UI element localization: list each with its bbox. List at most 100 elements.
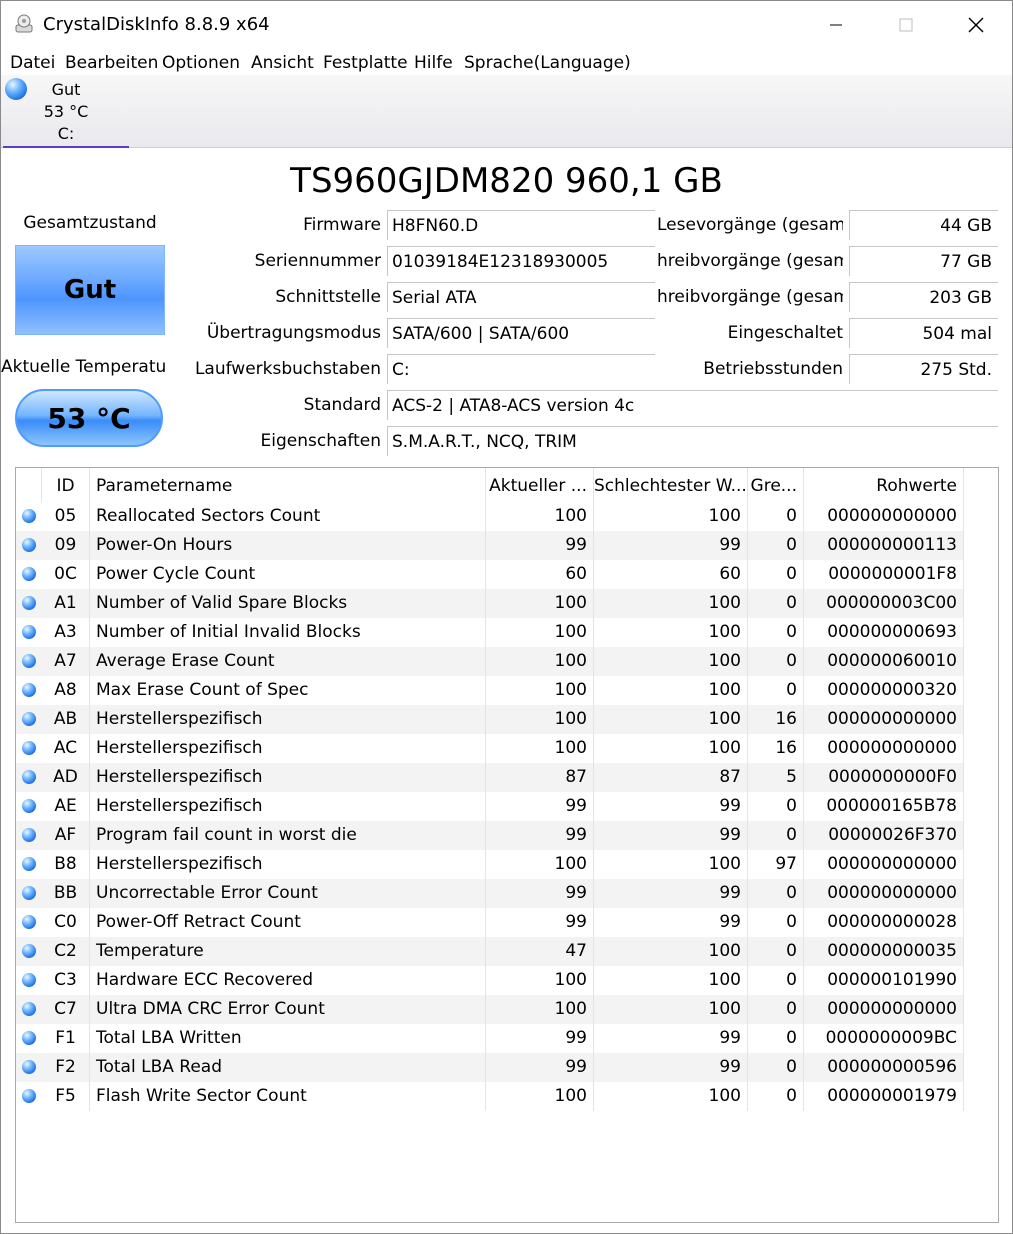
interface-value: Serial ATA [387, 282, 655, 312]
disk-tab-status: Gut [51, 80, 81, 99]
cell-current: 100 [486, 502, 594, 531]
menu-optionen[interactable]: Optionen [162, 51, 240, 75]
nand-writes-label: hreibvorgänge (gesamt) [657, 287, 843, 307]
cell-id: C3 [42, 966, 90, 995]
table-row[interactable]: A1 Number of Valid Spare Blocks 100 100 0 000… [16, 589, 964, 618]
cell-id: AC [42, 734, 90, 763]
table-row[interactable]: A8 Max Erase Count of Spec 100 100 0 00000000… [16, 676, 964, 705]
health-status-button[interactable]: Gut [15, 245, 165, 335]
cell-current: 87 [486, 763, 594, 792]
cell-worst: 100 [594, 502, 748, 531]
cell-raw-value: 000000165B78 [804, 792, 964, 821]
cell-parameter-name: Herstellerspezifisch [90, 792, 486, 821]
table-row[interactable]: F5 Flash Write Sector Count 100 100 0 0000000… [16, 1082, 964, 1111]
cell-raw-value: 000000000320 [804, 676, 964, 705]
table-row[interactable]: AE Herstellerspezifisch 99 99 0 000000165B78 [16, 792, 964, 821]
table-row[interactable]: C3 Hardware ECC Recovered 100 100 0 000000101… [16, 966, 964, 995]
cell-raw-value: 000000101990 [804, 966, 964, 995]
table-row[interactable]: C2 Temperature 47 100 0 000000000035 [16, 937, 964, 966]
cell-threshold: 0 [748, 1024, 804, 1053]
table-row[interactable]: C7 Ultra DMA CRC Error Count 100 100 0 000000… [16, 995, 964, 1024]
header-id[interactable]: ID [42, 468, 90, 502]
temperature-label: Aktuelle Temperatu [1, 357, 165, 377]
header-worst[interactable]: Schlechtester W... [594, 468, 748, 502]
menu-bearbeiten[interactable]: Bearbeiten [65, 51, 158, 75]
cell-threshold: 0 [748, 531, 804, 560]
cell-raw-value: 000000000000 [804, 850, 964, 879]
cell-current: 100 [486, 734, 594, 763]
smart-attributes-table[interactable]: ID Parametername Aktueller ... Schlechte… [15, 467, 999, 1223]
status-good-icon [22, 596, 36, 610]
maximize-icon [899, 18, 913, 32]
cell-worst: 87 [594, 763, 748, 792]
status-good-icon [22, 944, 36, 958]
header-status [16, 468, 42, 502]
cell-current: 47 [486, 937, 594, 966]
table-row[interactable]: A7 Average Erase Count 100 100 0 000000060010 [16, 647, 964, 676]
cell-raw-value: 0000000000F0 [804, 763, 964, 792]
health-label: Gesamtzustand [23, 213, 157, 233]
table-row[interactable]: AC Herstellerspezifisch 100 100 16 0000000000… [16, 734, 964, 763]
table-row[interactable]: C0 Power-Off Retract Count 99 99 0 0000000000… [16, 908, 964, 937]
header-raw-values[interactable]: Rohwerte [804, 468, 964, 502]
disk-tab-c[interactable]: Gut 53 °C C: [3, 75, 129, 147]
cell-threshold: 0 [748, 618, 804, 647]
menu-ansicht[interactable]: Ansicht [251, 51, 314, 75]
cell-parameter-name: Power Cycle Count [90, 560, 486, 589]
table-row[interactable]: F2 Total LBA Read 99 99 0 000000000596 [16, 1053, 964, 1082]
menu-festplatte[interactable]: Festplatte [323, 51, 408, 75]
cell-raw-value: 000000000000 [804, 734, 964, 763]
cell-raw-value: 000000000596 [804, 1053, 964, 1082]
cell-current: 99 [486, 1053, 594, 1082]
cell-worst: 100 [594, 937, 748, 966]
cell-raw-value: 000000000113 [804, 531, 964, 560]
app-window: CrystalDiskInfo 8.8.9 x64 Datei Bearbeit… [0, 0, 1013, 1234]
features-value: S.M.A.R.T., NCQ, TRIM [387, 426, 998, 456]
cell-parameter-name: Uncorrectable Error Count [90, 879, 486, 908]
status-good-icon [22, 828, 36, 842]
table-row[interactable]: A3 Number of Initial Invalid Blocks 100 100… [16, 618, 964, 647]
cell-id: C7 [42, 995, 90, 1024]
cell-threshold: 16 [748, 734, 804, 763]
table-row[interactable]: 09 Power-On Hours 99 99 0 000000000113 [16, 531, 964, 560]
table-row[interactable]: AF Program fail count in worst die 99 99 0 00… [16, 821, 964, 850]
menu-sprache[interactable]: Sprache(Language) [464, 51, 631, 75]
minimize-button[interactable] [801, 1, 871, 49]
header-threshold[interactable]: Gre... [748, 468, 804, 502]
header-parameter-name[interactable]: Parametername [90, 468, 486, 502]
table-row[interactable]: AD Herstellerspezifisch 87 87 5 0000000000F0 [16, 763, 964, 792]
cell-threshold: 0 [748, 502, 804, 531]
status-good-icon [22, 799, 36, 813]
table-row[interactable]: F1 Total LBA Written 99 99 0 0000000009BC [16, 1024, 964, 1053]
cell-parameter-name: Herstellerspezifisch [90, 705, 486, 734]
menu-hilfe[interactable]: Hilfe [414, 51, 453, 75]
status-good-icon [22, 1002, 36, 1016]
serial-value: 01039184E12318930005 [387, 246, 655, 276]
temperature-status-button[interactable]: 53 °C [15, 389, 163, 447]
table-row[interactable]: AB Herstellerspezifisch 100 100 16 0000000000… [16, 705, 964, 734]
status-good-icon [22, 625, 36, 639]
cell-worst: 100 [594, 647, 748, 676]
maximize-button[interactable] [871, 1, 941, 49]
power-on-count-label: Eingeschaltet [727, 323, 843, 343]
power-on-hours-value: 275 Std. [849, 354, 998, 384]
cell-worst: 99 [594, 908, 748, 937]
cell-raw-value: 00000026F370 [804, 821, 964, 850]
table-row[interactable]: B8 Herstellerspezifisch 100 100 97 0000000000… [16, 850, 964, 879]
cell-worst: 60 [594, 560, 748, 589]
cell-parameter-name: Reallocated Sectors Count [90, 502, 486, 531]
table-row[interactable]: 05 Reallocated Sectors Count 100 100 0 000000… [16, 502, 964, 531]
header-current[interactable]: Aktueller ... [486, 468, 594, 502]
close-button[interactable] [941, 1, 1011, 49]
cell-parameter-name: Program fail count in worst die [90, 821, 486, 850]
table-row[interactable]: 0C Power Cycle Count 60 60 0 0000000001F8 [16, 560, 964, 589]
cell-threshold: 97 [748, 850, 804, 879]
table-row[interactable]: BB Uncorrectable Error Count 99 99 0 00000000… [16, 879, 964, 908]
menu-datei[interactable]: Datei [10, 51, 55, 75]
cell-parameter-name: Temperature [90, 937, 486, 966]
cell-id: C0 [42, 908, 90, 937]
cell-current: 99 [486, 821, 594, 850]
cell-raw-value: 000000000693 [804, 618, 964, 647]
standard-value: ACS-2 | ATA8-ACS version 4c [387, 390, 998, 420]
cell-threshold: 0 [748, 647, 804, 676]
